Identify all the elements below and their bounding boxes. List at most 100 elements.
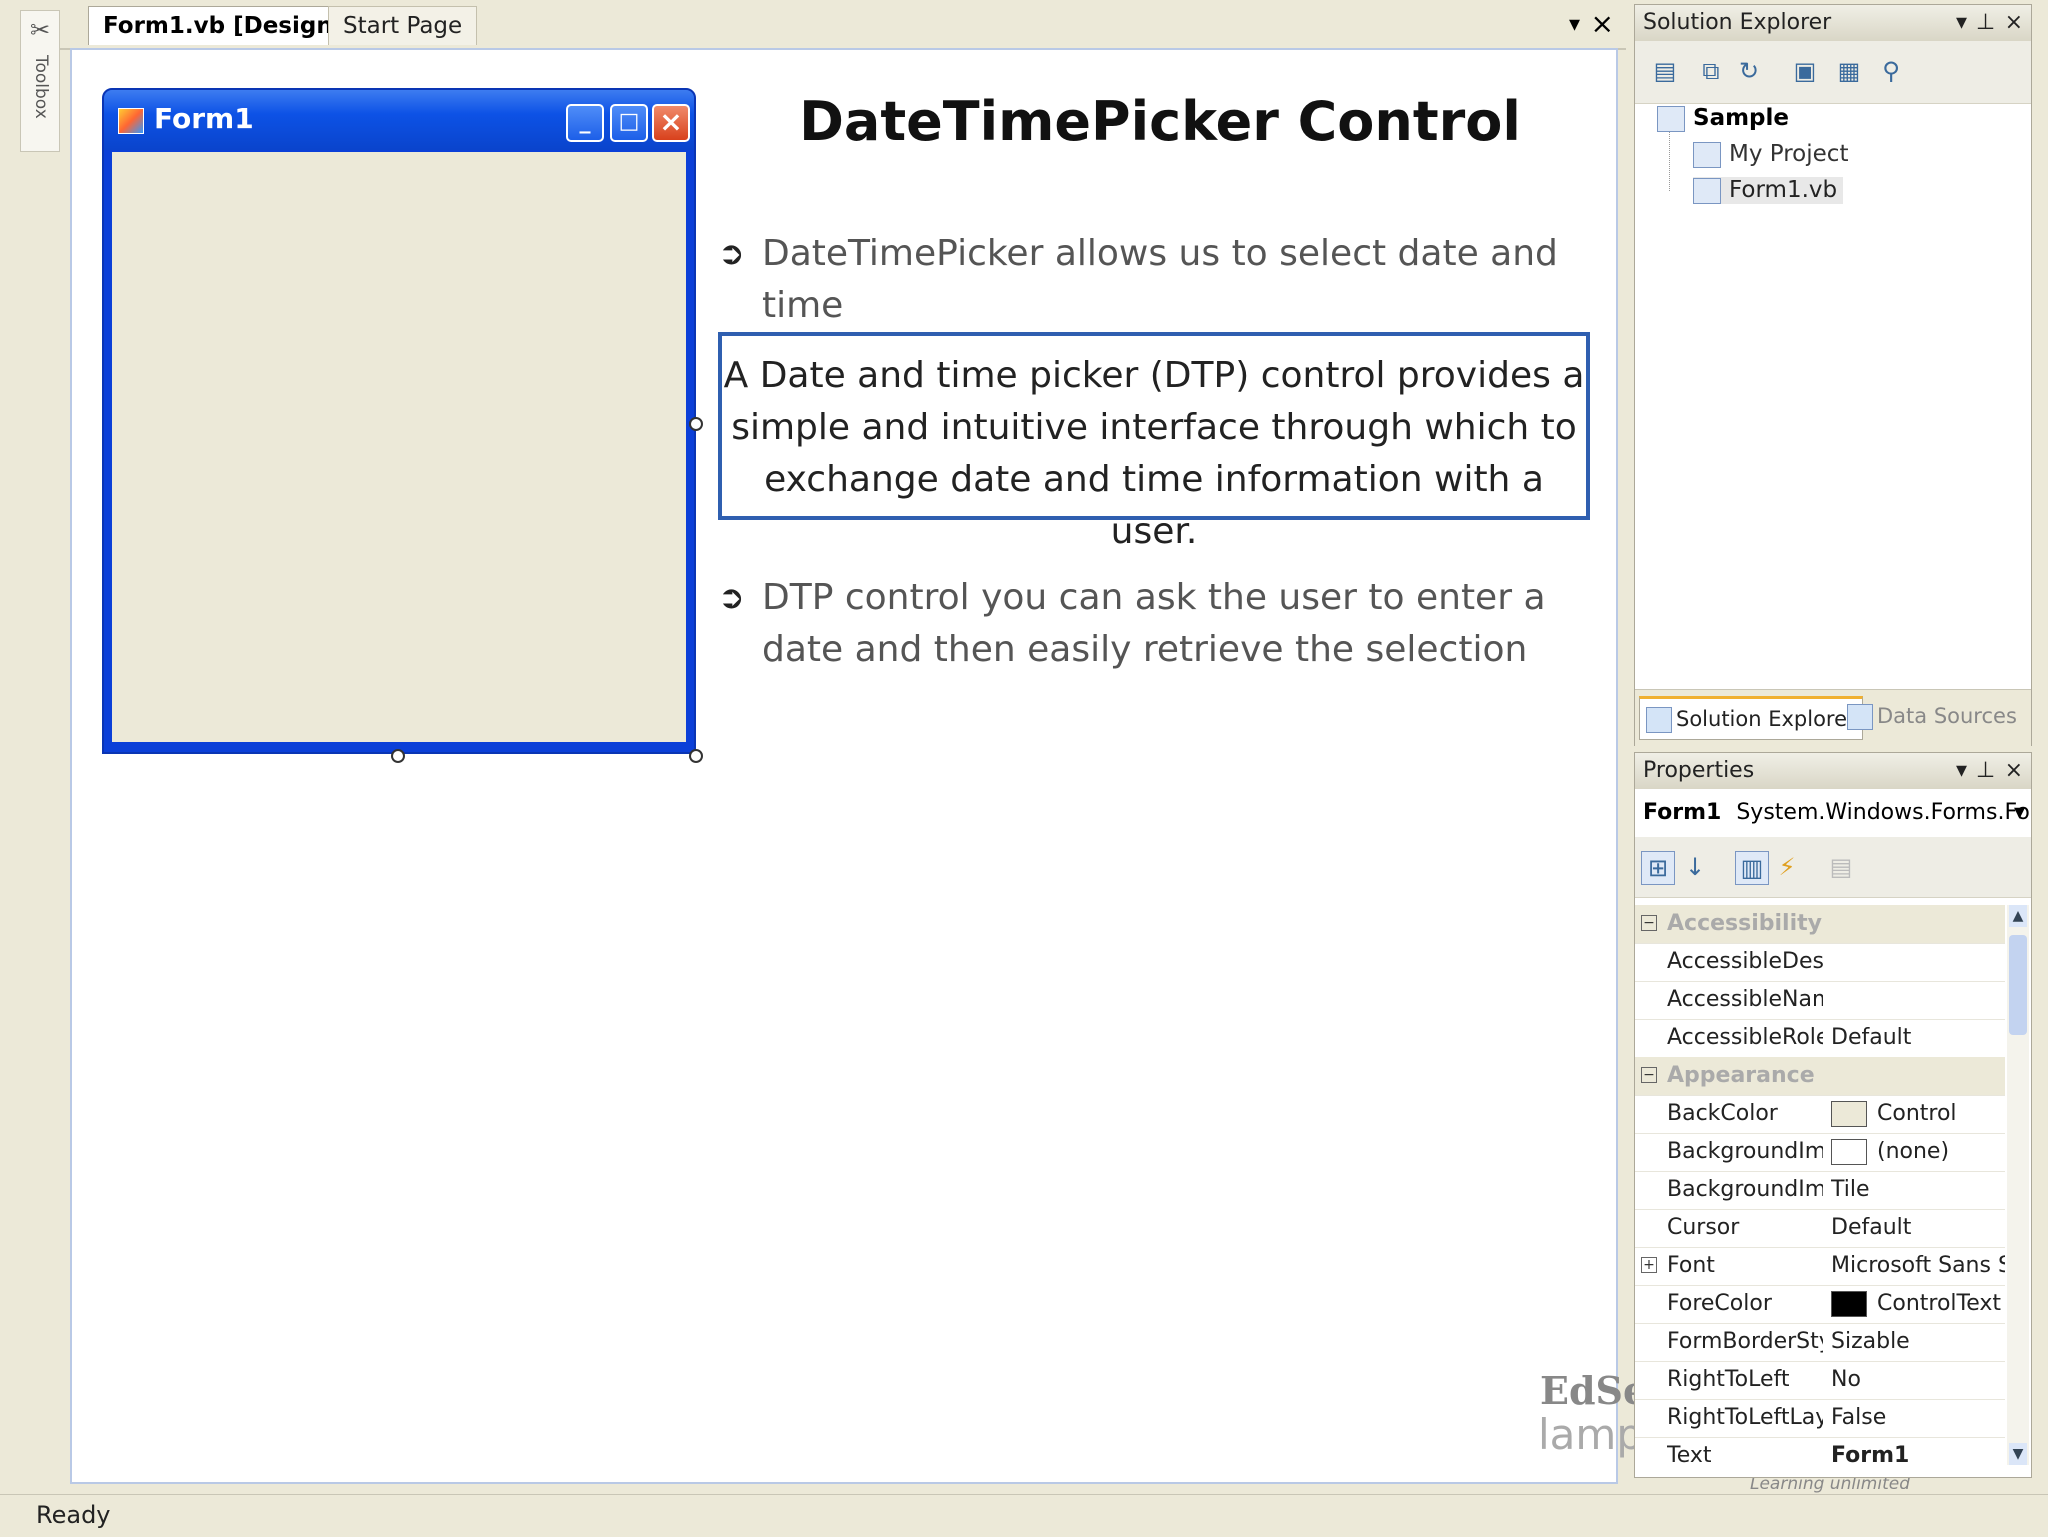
document-tab-bar: Form1.vb [Design]* Start Page ▾ ×: [60, 0, 1626, 50]
pane-title: Solution Explorer: [1643, 10, 1832, 35]
property-value-text: ControlText: [1877, 1291, 2002, 1316]
form-title: Form1: [154, 102, 254, 135]
class-diagram-icon[interactable]: ⚲: [1875, 55, 1907, 87]
properties-pane: Properties ▾ ⊥ × Form1 System.Windows.Fo…: [1634, 752, 2032, 1478]
property-value[interactable]: ControlText: [1831, 1285, 2005, 1323]
property-value[interactable]: Control: [1831, 1095, 2005, 1133]
definition-text: A Date and time picker (DTP) control pro…: [723, 355, 1585, 552]
expand-icon[interactable]: +: [1641, 1257, 1657, 1273]
property-row[interactable]: AccessibleRole Default: [1635, 1019, 2005, 1058]
property-value-text: (none): [1877, 1139, 1950, 1164]
form-titlebar[interactable]: Form1 _ □ ×: [104, 90, 694, 150]
property-row[interactable]: + Font Microsoft Sans Se: [1635, 1247, 2005, 1286]
resize-handle-corner[interactable]: [689, 749, 703, 763]
object-selector[interactable]: Form1 System.Windows.Forms.Form ▾: [1635, 789, 2031, 838]
tree-item-sample[interactable]: Sample: [1657, 105, 1789, 132]
property-value[interactable]: Default: [1831, 1019, 2005, 1057]
categorized-icon[interactable]: ⊞: [1641, 851, 1675, 885]
pane-title: Properties: [1643, 758, 1755, 783]
collapse-icon[interactable]: −: [1641, 1067, 1657, 1083]
tab-solution-explorer[interactable]: Solution Explorer: [1639, 696, 1863, 740]
tree-item-form1-vb[interactable]: Form1.vb: [1693, 177, 1844, 204]
chevron-down-icon[interactable]: ▾: [1956, 753, 1967, 789]
pin-icon[interactable]: ⊥: [1976, 5, 1995, 41]
property-name: BackColor: [1667, 1101, 1778, 1126]
property-category[interactable]: − Appearance: [1635, 1057, 2005, 1096]
properties-icon[interactable]: ▤: [1649, 55, 1681, 87]
scroll-down-icon[interactable]: ▼: [2009, 1443, 2027, 1465]
definition-box: A Date and time picker (DTP) control pro…: [718, 332, 1590, 552]
form1-window[interactable]: Form1 _ □ ×: [102, 88, 696, 754]
chevron-down-icon[interactable]: ▾: [1569, 10, 1580, 40]
scroll-up-icon[interactable]: ▲: [2009, 905, 2027, 927]
property-name: Appearance: [1667, 1063, 1815, 1088]
refresh-icon[interactable]: ↻: [1733, 55, 1765, 87]
collapse-icon[interactable]: −: [1641, 915, 1657, 931]
tree-item-my-project[interactable]: My Project: [1693, 141, 1848, 168]
property-row[interactable]: AccessibleDescri: [1635, 943, 2005, 982]
property-row[interactable]: Cursor Default: [1635, 1209, 2005, 1248]
property-value[interactable]: Tile: [1831, 1171, 2005, 1209]
property-row[interactable]: RightToLeft No: [1635, 1361, 2005, 1400]
chevron-down-icon[interactable]: ▾: [2014, 789, 2025, 837]
tree-label: My Project: [1729, 141, 1849, 167]
status-bar: Ready: [0, 1494, 2048, 1537]
pin-icon[interactable]: ⊥: [1976, 753, 1995, 789]
tab-label: Data Sources: [1877, 704, 2017, 728]
property-value[interactable]: Sizable: [1831, 1323, 2005, 1361]
property-row[interactable]: ForeColor ControlText: [1635, 1285, 2005, 1324]
property-value[interactable]: Form1: [1831, 1437, 2005, 1465]
property-row[interactable]: AccessibleName: [1635, 981, 2005, 1020]
events-icon[interactable]: ⚡: [1771, 851, 1803, 883]
bullet-text: DateTimePicker allows us to select date …: [762, 233, 1558, 326]
properties-view-icon[interactable]: ▥: [1735, 851, 1769, 885]
property-value-text: Default: [1831, 1215, 1912, 1240]
property-category[interactable]: − Accessibility: [1635, 905, 2005, 944]
property-value[interactable]: Default: [1831, 1209, 2005, 1247]
resize-handle-right[interactable]: [689, 417, 703, 431]
property-row[interactable]: BackgroundImag (none): [1635, 1133, 2005, 1172]
view-code-icon[interactable]: ▣: [1789, 55, 1821, 87]
property-row[interactable]: BackgroundImag Tile: [1635, 1171, 2005, 1210]
property-grid-scrollbar[interactable]: ▲ ▼: [2007, 905, 2029, 1465]
view-designer-icon[interactable]: ▦: [1833, 55, 1865, 87]
properties-toolbar: ⊞ ↓ ▥ ⚡ ▤: [1635, 837, 2031, 898]
property-value[interactable]: No: [1831, 1361, 2005, 1399]
property-row[interactable]: RightToLeftLayo False: [1635, 1399, 2005, 1438]
close-icon[interactable]: ×: [2005, 5, 2023, 41]
chevron-down-icon[interactable]: ▾: [1956, 5, 1967, 41]
close-icon[interactable]: ×: [1591, 8, 1614, 40]
property-value-text: Form1: [1831, 1443, 1910, 1465]
property-value[interactable]: (none): [1831, 1133, 2005, 1171]
scroll-thumb[interactable]: [2009, 935, 2027, 1035]
property-row[interactable]: FormBorderStyle Sizable: [1635, 1323, 2005, 1362]
show-all-files-icon[interactable]: ⧉: [1695, 55, 1727, 87]
form-client-area[interactable]: [112, 152, 686, 742]
close-icon[interactable]: ×: [2005, 753, 2023, 789]
alphabetical-icon[interactable]: ↓: [1679, 851, 1711, 883]
tree-label: Sample: [1693, 105, 1789, 131]
maximize-button[interactable]: □: [610, 104, 648, 142]
property-value-text: False: [1831, 1405, 1887, 1430]
property-value-text: Default: [1831, 1025, 1912, 1050]
close-button[interactable]: ×: [652, 104, 690, 142]
property-name: Text: [1667, 1443, 1712, 1465]
property-name: Cursor: [1667, 1215, 1740, 1240]
property-row[interactable]: BackColor Control: [1635, 1095, 2005, 1134]
status-text: Ready: [36, 1501, 111, 1529]
property-value[interactable]: Microsoft Sans Se: [1831, 1247, 2005, 1285]
property-pages-icon[interactable]: ▤: [1825, 851, 1857, 883]
resize-handle-bottom[interactable]: [391, 749, 405, 763]
bullet-arrow-icon: ➲: [718, 578, 745, 616]
minimize-button[interactable]: _: [566, 104, 604, 142]
object-name: Form1: [1643, 800, 1722, 825]
tab-data-sources[interactable]: Data Sources: [1841, 696, 2023, 736]
property-row[interactable]: Text Form1: [1635, 1437, 2005, 1465]
color-swatch: [1831, 1139, 1867, 1165]
property-value[interactable]: False: [1831, 1399, 2005, 1437]
tab-start-page[interactable]: Start Page: [328, 6, 478, 45]
property-name: AccessibleDescri: [1667, 949, 1823, 974]
solution-explorer-tab-bar: Solution Explorer Data Sources: [1635, 689, 2031, 746]
toolbox-strip[interactable]: ✂ Toolbox: [20, 10, 60, 152]
form-file-icon: [1693, 177, 1721, 204]
